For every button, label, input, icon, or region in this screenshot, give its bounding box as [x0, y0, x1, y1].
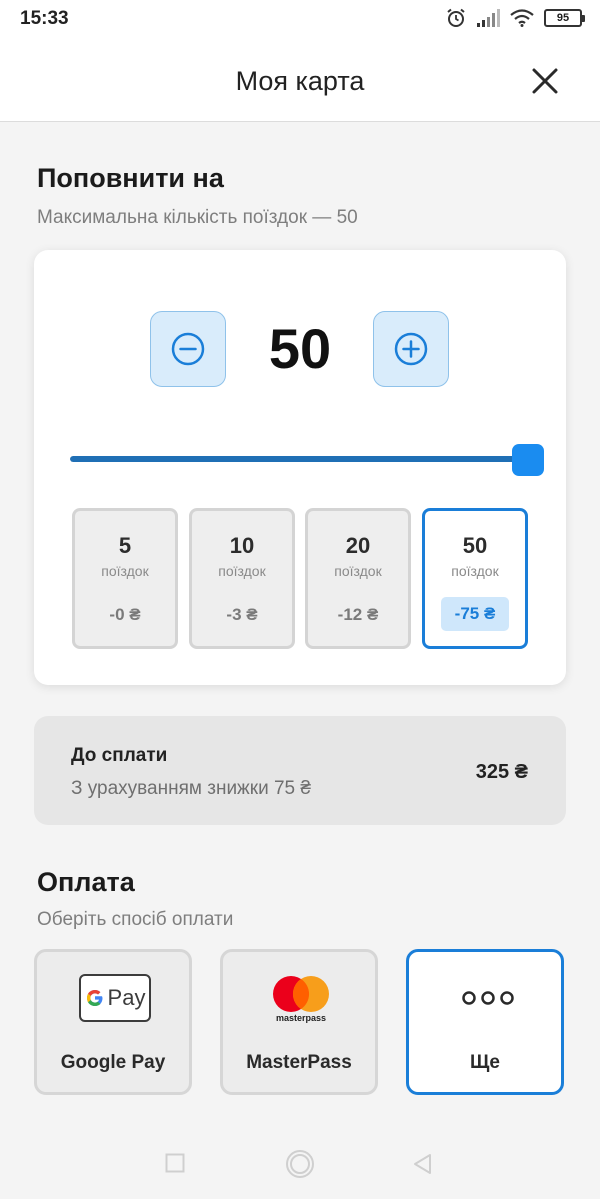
option-5-rides[interactable]: 5 поїздок -0 ₴ — [72, 508, 178, 649]
option-discount: -12 ₴ — [337, 605, 379, 624]
battery-icon: 95 — [544, 9, 585, 27]
total-amount: 325 ₴ — [475, 761, 528, 783]
back-icon[interactable] — [412, 1153, 432, 1175]
total-discount-note: З урахуванням знижки 75 ₴ — [71, 778, 311, 799]
option-discount: -75 ₴ — [441, 597, 509, 631]
system-nav-bar — [0, 1130, 600, 1199]
payment-method-label: Google Pay — [60, 1052, 166, 1073]
increment-button[interactable] — [373, 311, 449, 387]
status-icons: 95 — [446, 8, 585, 28]
page-title: Моя карта — [235, 66, 365, 96]
payment-title: Оплата — [37, 867, 135, 897]
signal-icon — [477, 9, 500, 27]
masterpass-button[interactable]: masterpass MasterPass — [220, 949, 378, 1095]
wifi-icon — [510, 9, 534, 27]
option-50-rides[interactable]: 50 поїздок -75 ₴ — [422, 508, 528, 649]
option-count: 50 — [462, 533, 488, 558]
google-pay-logo-text: Pay — [107, 985, 146, 1010]
status-time: 15:33 — [20, 8, 69, 29]
topup-card: 50 5 поїздок -0 ₴ 10 поїздок -3 ₴ 20 пої… — [34, 250, 566, 685]
google-pay-button[interactable]: Pay Google Pay — [34, 949, 192, 1095]
total-summary: До сплати З урахуванням знижки 75 ₴ 325 … — [34, 716, 566, 825]
google-pay-logo: Pay — [79, 974, 151, 1022]
topup-subtitle: Максимальна кількість поїздок — 50 — [37, 207, 358, 228]
home-icon[interactable] — [285, 1149, 315, 1179]
option-count: 5 — [118, 533, 132, 558]
more-dots-icon — [462, 991, 514, 1005]
option-20-rides[interactable]: 20 поїздок -12 ₴ — [305, 508, 411, 649]
rides-slider-thumb[interactable] — [512, 444, 544, 476]
payment-subtitle: Оберіть спосіб оплати — [37, 909, 234, 930]
option-unit: поїздок — [451, 563, 499, 579]
ride-count-value: 50 — [268, 317, 332, 380]
rides-slider-track[interactable] — [70, 456, 528, 462]
recent-apps-icon[interactable] — [165, 1153, 185, 1173]
masterpass-logo: masterpass — [273, 976, 329, 1023]
rides-slider-fill — [70, 456, 528, 462]
close-icon[interactable] — [528, 64, 562, 98]
option-discount: -0 ₴ — [109, 605, 141, 624]
google-g-icon — [86, 990, 103, 1006]
total-label: До сплати — [71, 745, 168, 766]
alarm-icon — [447, 8, 465, 27]
status-bar: 15:33 95 — [0, 0, 600, 38]
option-count: 20 — [345, 533, 371, 558]
option-unit: поїздок — [101, 563, 149, 579]
plus-circle-icon — [394, 332, 428, 366]
battery-level: 95 — [556, 12, 570, 24]
option-unit: поїздок — [218, 563, 266, 579]
option-discount: -3 ₴ — [226, 605, 258, 624]
app-header: Моя карта — [0, 38, 600, 122]
payment-method-label: MasterPass — [246, 1052, 352, 1073]
option-unit: поїздок — [334, 563, 382, 579]
topup-title: Поповнити на — [37, 163, 224, 193]
masterpass-logo-text: masterpass — [276, 1013, 326, 1023]
option-count: 10 — [229, 533, 255, 558]
option-10-rides[interactable]: 10 поїздок -3 ₴ — [189, 508, 295, 649]
more-payment-button[interactable]: Ще — [406, 949, 564, 1095]
payment-method-label: Ще — [470, 1052, 500, 1073]
